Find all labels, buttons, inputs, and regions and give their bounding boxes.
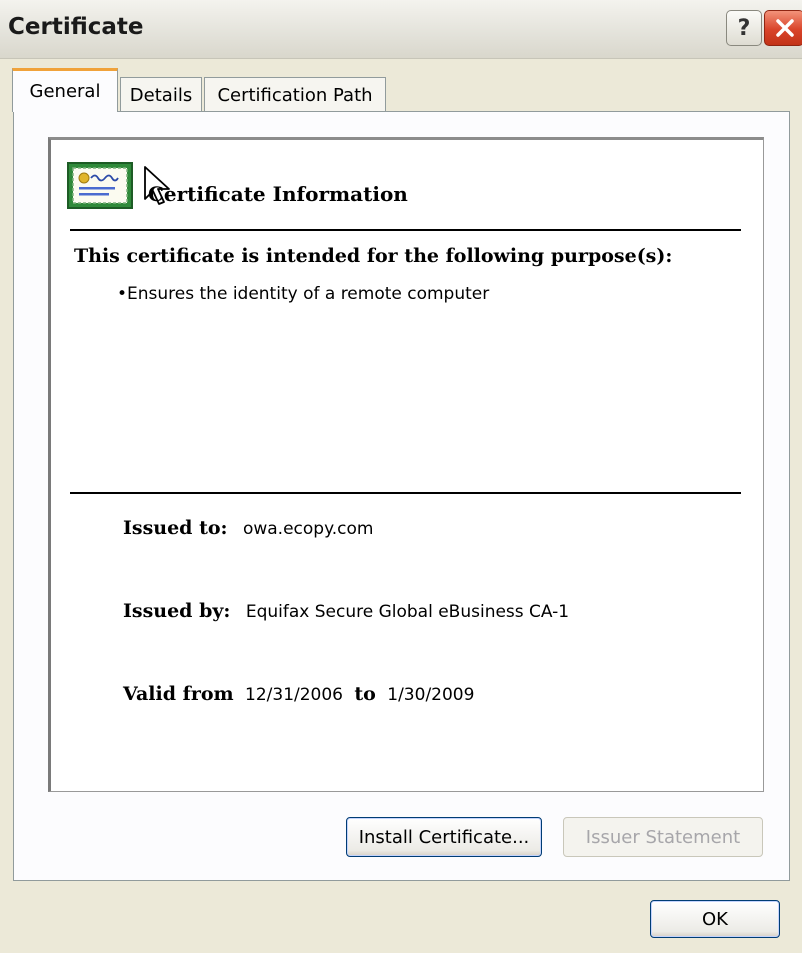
purpose-heading: This certificate is intended for the fol… <box>74 245 673 267</box>
tab-general[interactable]: General <box>12 68 118 112</box>
ok-button[interactable]: OK <box>650 900 780 938</box>
title-bar[interactable]: Certificate ? <box>0 0 802 59</box>
valid-from-label: Valid from <box>123 683 234 705</box>
window-title: Certificate <box>8 14 144 40</box>
validity-row: Valid from 12/31/2006 to 1/30/2009 <box>123 683 474 705</box>
tab-details[interactable]: Details <box>120 77 202 112</box>
purpose-list-item: •Ensures the identity of a remote comput… <box>117 284 490 304</box>
issued-by-row: Issued by: Equifax Secure Global eBusine… <box>123 600 569 622</box>
issued-to-value: owa.ecopy.com <box>242 519 374 539</box>
help-icon: ? <box>737 15 751 41</box>
close-icon <box>775 19 794 37</box>
valid-from-value: 12/31/2006 <box>245 685 343 705</box>
valid-to-label: to <box>354 683 376 705</box>
install-certificate-button[interactable]: Install Certificate... <box>346 817 542 857</box>
issued-to-row: Issued to: owa.ecopy.com <box>123 517 373 539</box>
issued-by-label: Issued by: <box>123 600 231 622</box>
tab-certification-path[interactable]: Certification Path <box>204 77 386 112</box>
divider-top <box>70 229 741 231</box>
divider-bottom <box>70 492 741 494</box>
tab-strip: General Details Certification Path <box>12 68 792 112</box>
issued-by-value: Equifax Secure Global eBusiness CA-1 <box>245 602 570 622</box>
section-title: Certificate Information <box>148 182 408 206</box>
issued-to-label: Issued to: <box>123 517 228 539</box>
issuer-statement-button[interactable]: Issuer Statement <box>563 817 763 857</box>
valid-to-value: 1/30/2009 <box>387 685 475 705</box>
close-button[interactable] <box>764 10 802 46</box>
help-button[interactable]: ? <box>726 10 762 46</box>
certificate-icon <box>67 162 133 209</box>
